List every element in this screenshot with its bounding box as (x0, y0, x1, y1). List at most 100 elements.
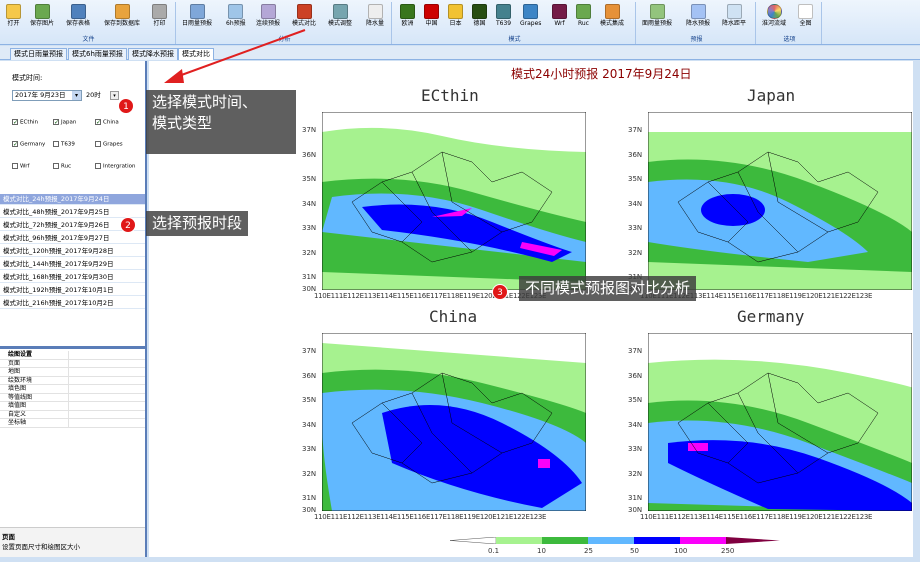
y-axis-germany: 37N 36N 35N 34N 33N 32N 31N (628, 347, 643, 502)
property-row[interactable]: 坐标轴 (0, 419, 145, 428)
print-button[interactable]: 打印 (152, 4, 167, 27)
property-group-title[interactable]: 绘图设置 (0, 351, 145, 360)
save-to-database-button[interactable]: 保存到数据库 (104, 4, 140, 27)
colorbar-label: 25 (584, 547, 593, 555)
model-ensemble-button[interactable]: 模式集成 (600, 4, 624, 27)
checkbox-japan[interactable]: ✓ Japan (53, 119, 76, 127)
map-icon (649, 4, 665, 19)
property-grid: 绘图设置 页面 地图 绘数环境 填色图 等值线图 填值图 自定义 坐标轴 (0, 351, 145, 441)
property-row[interactable]: 地图 (0, 368, 145, 377)
daily-rain-forecast-button[interactable]: 日雨量预报 (182, 4, 212, 27)
image-icon (34, 4, 50, 19)
property-row[interactable]: 绘数环境 (0, 376, 145, 385)
period-item[interactable]: 模式对比_192h预报_2017年10月1日 (0, 285, 145, 296)
colorbar-label: 0.1 (488, 547, 500, 555)
x-axis-germany: 110E111E112E113E114E115E116E117E118E119E… (640, 513, 873, 521)
checkbox-ruc[interactable]: Ruc (53, 163, 71, 171)
checkbox-t639[interactable]: T639 (53, 141, 75, 149)
period-item[interactable]: 模式对比_96h预报_2017年9月27日 (0, 233, 145, 244)
date-picker[interactable]: 2017年 9月23日 ▾ (12, 90, 82, 101)
model-grapes-button[interactable]: Grapes (520, 4, 541, 27)
chevron-down-icon: ▾ (113, 93, 116, 99)
model-wrf-button[interactable]: Wrf (552, 4, 567, 27)
tab-model-6h-rain[interactable]: 模式6h雨量预报 (68, 48, 127, 60)
ribbon-group-options: 淮河流域 全图 选项 (758, 2, 822, 44)
splitter[interactable] (0, 346, 145, 349)
map-panel-china[interactable] (322, 333, 586, 511)
period-item[interactable]: 模式对比_216h预报_2017年10月2日 (0, 298, 145, 309)
rain-anomaly-button[interactable]: 降水距平 (722, 4, 746, 27)
book-green-icon (576, 4, 591, 19)
y-axis-ecthin: 37N 36N 35N 34N 33N 32N 31N (302, 126, 317, 281)
model-adjust-button[interactable]: 模式调整 (328, 4, 352, 27)
checkbox-ecthin[interactable]: ✓ ECthin (12, 119, 38, 127)
6h-forecast-button[interactable]: 6h预报 (226, 4, 246, 27)
property-row[interactable]: 填色图 (0, 385, 145, 394)
precipitation-button[interactable]: 降水量 (366, 4, 384, 27)
books-orange-icon (604, 4, 620, 19)
property-description: 页面 设置页面尺寸和绘图区大小 (0, 527, 145, 557)
period-item[interactable]: 模式对比_144h预报_2017年9月29日 (0, 259, 145, 270)
compare-icon (296, 4, 312, 19)
model-t639-button[interactable]: T639 (496, 4, 511, 27)
period-item[interactable]: 模式对比_168h预报_2017年9月30日 (0, 272, 145, 283)
save-image-button[interactable]: 保存图片 (30, 4, 54, 27)
area-rain-forecast-button[interactable]: 面雨量预报 (642, 4, 672, 27)
chevron-down-icon[interactable]: ▾ (72, 91, 81, 100)
period-item[interactable]: 模式对比_120h预报_2017年9月28日 (0, 246, 145, 257)
property-row[interactable]: 等值线图 (0, 393, 145, 402)
main-title: 模式24小时预报 2017年9月24日 (511, 67, 692, 81)
model-ruc-button[interactable]: Ruc (576, 4, 591, 27)
full-map-button[interactable]: 全图 (798, 4, 813, 27)
callout-badge-2: 2 (120, 217, 136, 233)
continuous-forecast-button[interactable]: 连续预报 (256, 4, 280, 27)
check-icon: ✓ (53, 119, 60, 126)
property-row[interactable]: 填值图 (0, 402, 145, 411)
property-row[interactable]: 自定义 (0, 410, 145, 419)
map-panel-germany[interactable] (648, 333, 912, 511)
book-blue-icon (523, 4, 539, 19)
huaihe-basin-button[interactable]: 淮河流域 (762, 4, 786, 27)
check-icon: ✓ (95, 119, 102, 126)
tab-model-daily-rain[interactable]: 模式日雨量预报 (10, 48, 67, 60)
chart-icon (228, 4, 244, 19)
property-row[interactable]: 页面 (0, 359, 145, 368)
map-panel-japan[interactable] (648, 112, 912, 290)
period-item[interactable]: 模式对比_48h预报_2017年9月25日 (0, 207, 145, 218)
adjust-icon (332, 4, 348, 19)
checkbox-grapes[interactable]: Grapes (95, 141, 123, 149)
model-germany-button[interactable]: 德国 (472, 4, 487, 27)
map-panel-ecthin[interactable] (322, 112, 586, 290)
panel-title-china: China (429, 307, 478, 326)
colorbar-label: 10 (537, 547, 546, 555)
tab-bar: 模式日雨量预报 模式6h雨量预报 模式降水预报 模式对比 (0, 46, 920, 60)
save-table-button[interactable]: 保存表格 (66, 4, 90, 27)
hour-select[interactable]: 20时 (86, 90, 110, 101)
y-axis-japan: 37N36N35N34N33N32N31N (628, 126, 643, 281)
callout-badge-1: 1 (118, 98, 134, 114)
checkbox-china[interactable]: ✓ China (95, 119, 119, 127)
x-axis-ecthin: 110E111E112E113E114E115E116E117E118E119E… (314, 292, 547, 300)
period-item[interactable]: 模式对比_24h预报_2017年9月24日 (0, 194, 145, 205)
open-button[interactable]: 打开 (6, 4, 21, 27)
model-europe-button[interactable]: 欧洲 (400, 4, 415, 27)
model-japan-button[interactable]: 日本 (448, 4, 463, 27)
period-list: 模式对比_24h预报_2017年9月24日 模式对比_48h预报_2017年9月… (0, 194, 145, 314)
colorbar-label: 250 (721, 547, 735, 555)
model-time-label: 模式时间: (12, 74, 43, 82)
ribbon-group-file: 打开 保存图片 保存表格 保存到数据库 打印 文件 (2, 2, 176, 44)
checkbox-intergration[interactable]: Intergration (95, 163, 135, 171)
callout-model-time: 选择模式时间、 模式类型 (146, 90, 296, 154)
model-compare-button[interactable]: 模式对比 (292, 4, 316, 27)
checkbox-germany[interactable]: ✓ Germany (12, 141, 45, 149)
folder-icon (6, 4, 21, 19)
page-icon (798, 4, 813, 19)
check-icon: ✓ (12, 119, 19, 126)
rain-forecast-button[interactable]: 降水预报 (686, 4, 710, 27)
book-red-icon (424, 4, 439, 19)
model-china-button[interactable]: 中国 (424, 4, 439, 27)
calendar-icon (189, 4, 205, 19)
x-axis-china: 110E111E112E113E114E115E116E117E118E119E… (314, 513, 547, 521)
checkbox-wrf[interactable]: Wrf (12, 163, 29, 171)
hour-dropdown-button[interactable]: ▾ (110, 91, 119, 100)
